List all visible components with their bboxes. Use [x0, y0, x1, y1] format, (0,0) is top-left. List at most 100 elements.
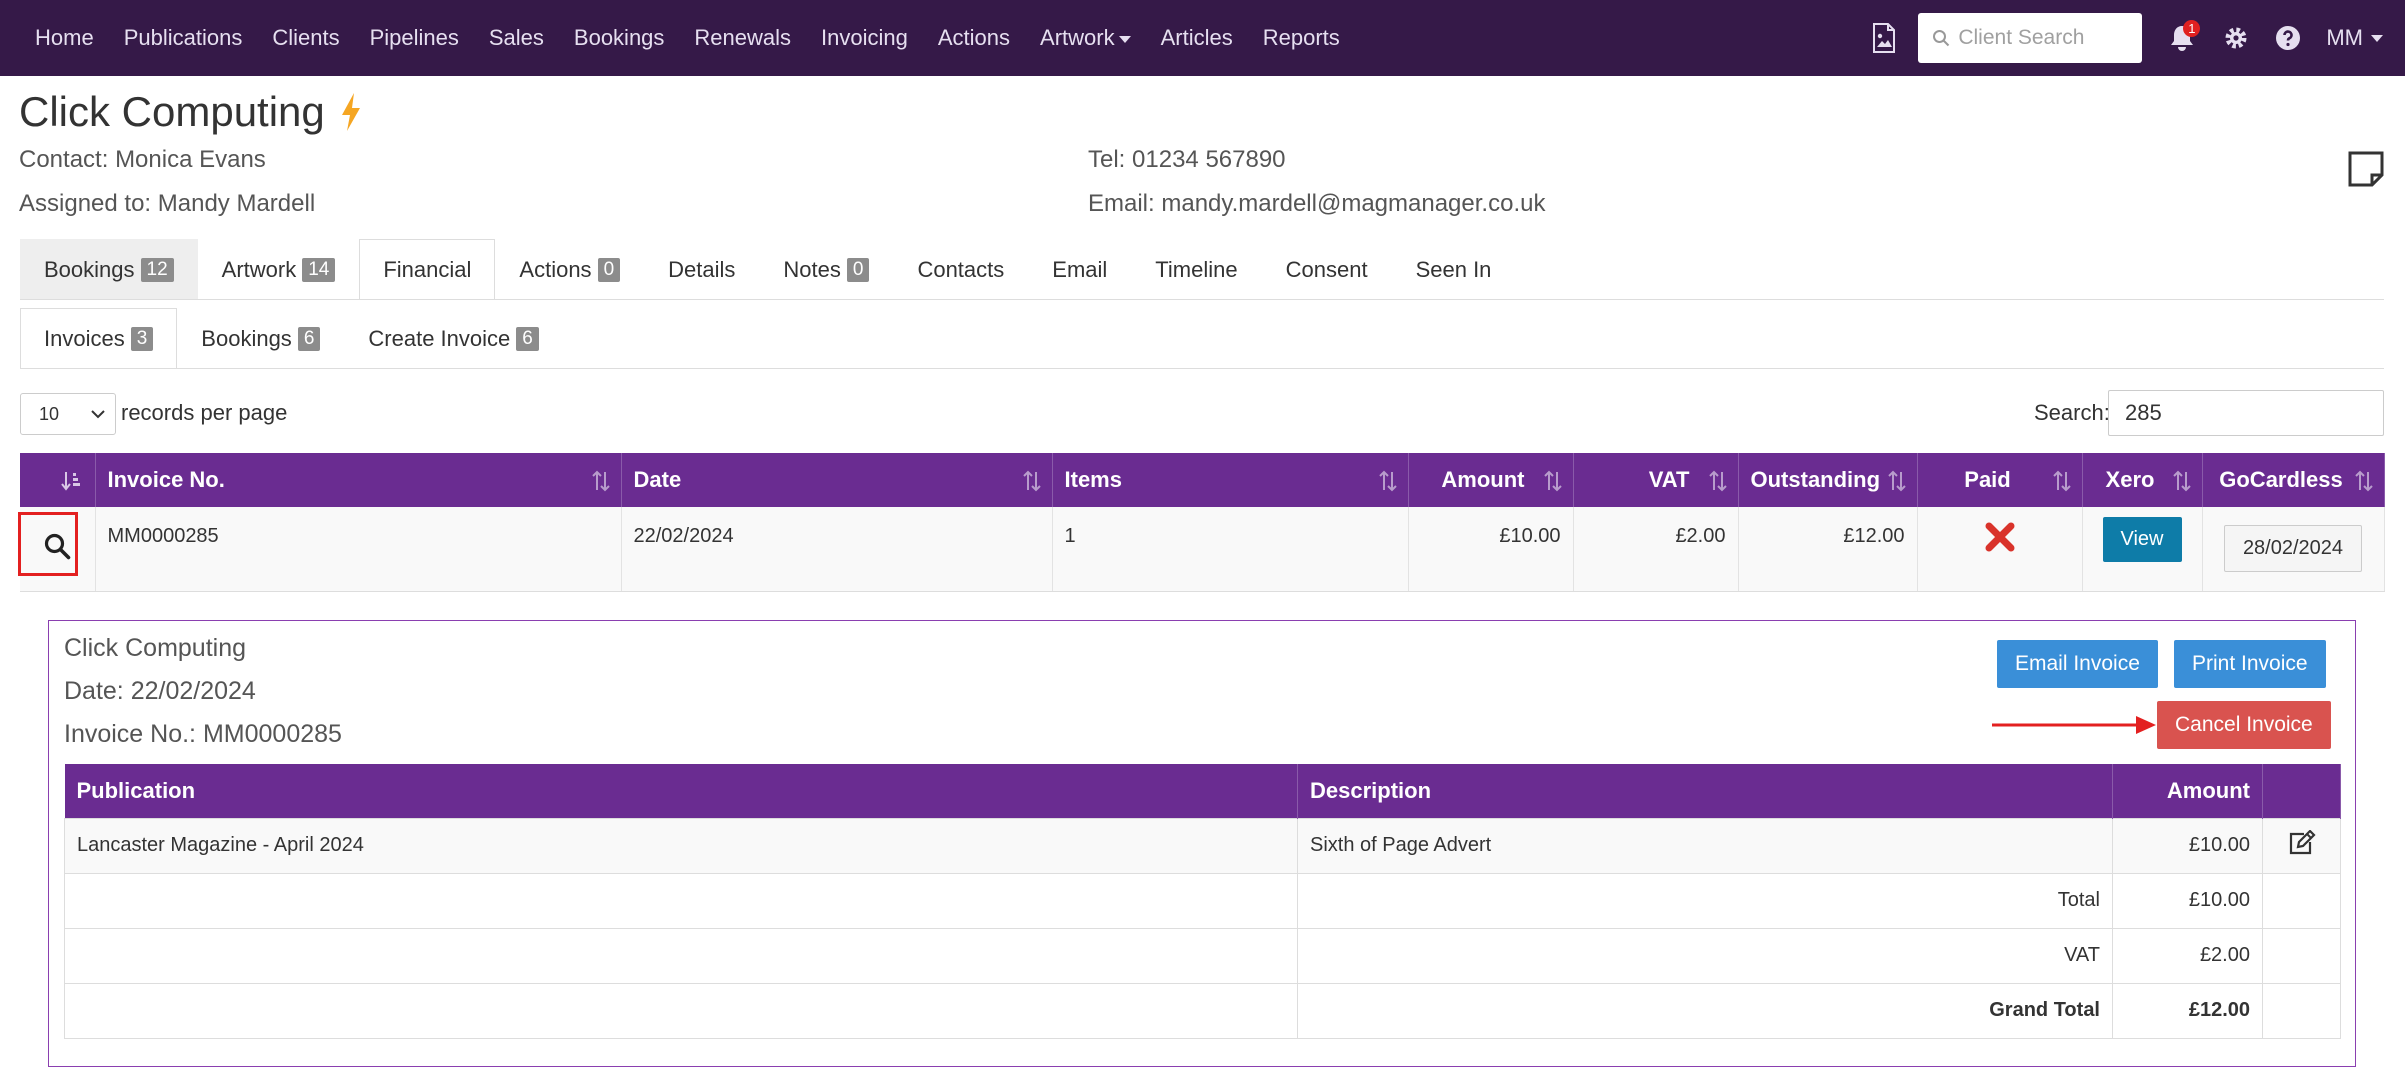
tab-label: Bookings	[44, 256, 135, 282]
help-icon[interactable]	[2268, 18, 2308, 58]
empty-cell	[2262, 982, 2341, 1039]
nav-articles[interactable]: Articles	[1146, 25, 1248, 51]
tab-actions[interactable]: Actions 0	[495, 239, 644, 299]
tab-label: Timeline	[1155, 256, 1238, 282]
tab-label: Contacts	[917, 256, 1005, 282]
top-navbar: Home Publications Clients Pipelines Sale…	[0, 0, 2405, 76]
sort-desc-icon	[60, 472, 80, 491]
client-search-box[interactable]	[1918, 13, 2143, 63]
header-actions	[2262, 764, 2341, 818]
empty-cell	[64, 982, 1298, 1039]
cell-invoice-no: MM0000285	[95, 507, 622, 592]
tab-bookings[interactable]: Bookings 12	[20, 239, 198, 299]
grand-total-value: £12.00	[2112, 982, 2263, 1039]
vat-row: VAT £2.00	[64, 927, 2341, 984]
header-outstanding[interactable]: Outstanding	[1738, 453, 1918, 507]
empty-cell	[2262, 872, 2341, 929]
print-invoice-button[interactable]: Print Invoice	[2174, 640, 2326, 688]
sort-column-header[interactable]	[20, 453, 96, 507]
tab-artwork[interactable]: Artwork 14	[198, 239, 360, 299]
notifications-bell-icon[interactable]: 1	[2162, 18, 2202, 58]
chevron-down-icon	[91, 410, 105, 419]
tab-consent[interactable]: Consent	[1262, 239, 1392, 299]
edit-line-cell	[2262, 817, 2341, 874]
subtab-invoices[interactable]: Invoices 3	[20, 308, 178, 368]
table-search-input[interactable]	[2108, 390, 2384, 436]
client-name: Click Computing	[19, 88, 325, 135]
nav-publications[interactable]: Publications	[109, 25, 258, 51]
sort-icon	[2354, 470, 2373, 492]
nav-reports[interactable]: Reports	[1248, 25, 1355, 51]
nav-sales[interactable]: Sales	[474, 25, 559, 51]
sort-icon	[1887, 470, 1906, 492]
nav-clients[interactable]: Clients	[257, 25, 354, 51]
sort-icon	[1022, 470, 1041, 492]
tab-badge: 0	[597, 257, 621, 282]
header-invoice-no[interactable]: Invoice No.	[95, 453, 622, 507]
tab-timeline[interactable]: Timeline	[1131, 239, 1261, 299]
caret-down-icon	[1118, 35, 1131, 43]
header-gocardless[interactable]: GoCardless	[2202, 453, 2385, 507]
subtab-badge: 6	[516, 326, 539, 351]
sticky-note-icon[interactable]	[2347, 150, 2385, 193]
cell-paid	[1917, 507, 2083, 592]
header-paid[interactable]: Paid	[1917, 453, 2083, 507]
user-menu[interactable]: MM	[2326, 25, 2383, 51]
client-search-input[interactable]	[1958, 26, 2129, 50]
nav-bookings[interactable]: Bookings	[559, 25, 680, 51]
header-vat[interactable]: VAT	[1573, 453, 1739, 507]
nav-actions[interactable]: Actions	[923, 25, 1025, 51]
detail-invoice-no: Invoice No.: MM0000285	[64, 720, 342, 748]
sort-icon	[2172, 470, 2191, 492]
subtab-create-invoice[interactable]: Create Invoice 6	[344, 308, 562, 368]
nav-artwork-dropdown[interactable]: Artwork	[1025, 25, 1146, 51]
tab-details[interactable]: Details	[644, 239, 759, 299]
contact-line: Contact: Monica Evans	[19, 146, 266, 174]
subtab-label: Invoices	[44, 325, 125, 351]
email-link[interactable]: mandy.mardell@magmanager.co.uk	[1161, 190, 1545, 217]
assigned-label: Assigned to:	[19, 190, 152, 217]
email-invoice-button[interactable]: Email Invoice	[1997, 640, 2158, 688]
assigned-line: Assigned to: Mandy Mardell	[19, 190, 315, 218]
sort-icon	[591, 470, 610, 492]
tab-label: Notes	[783, 256, 841, 282]
header-description: Description	[1297, 764, 2113, 818]
tab-financial[interactable]: Financial	[359, 239, 496, 299]
tab-contacts[interactable]: Contacts	[893, 239, 1028, 299]
gear-icon[interactable]	[2216, 18, 2256, 58]
xero-view-button[interactable]: View	[2102, 517, 2182, 562]
records-per-page-label: records per page	[121, 400, 288, 425]
sort-icon	[2052, 470, 2071, 492]
header-items[interactable]: Items	[1052, 453, 1409, 507]
records-per-page-select[interactable]: 10	[20, 393, 116, 435]
main-nav: Home Publications Clients Pipelines Sale…	[20, 25, 1355, 51]
contact-name: Monica Evans	[115, 146, 266, 173]
empty-cell	[64, 927, 1298, 984]
nav-home[interactable]: Home	[20, 25, 109, 51]
detail-date: Date: 22/02/2024	[64, 677, 256, 705]
image-file-icon[interactable]	[1864, 18, 1904, 58]
gocardless-date-button[interactable]: 28/02/2024	[2223, 525, 2363, 573]
header-amount[interactable]: Amount	[1408, 453, 1574, 507]
contact-label: Contact:	[19, 146, 109, 173]
edit-icon[interactable]	[2288, 828, 2316, 856]
nav-renewals[interactable]: Renewals	[679, 25, 806, 51]
nav-pipelines[interactable]: Pipelines	[355, 25, 474, 51]
total-row: Total £10.00	[64, 872, 2341, 929]
subtab-bookings[interactable]: Bookings 6	[177, 308, 344, 368]
cancel-invoice-button[interactable]: Cancel Invoice	[2157, 701, 2331, 749]
invoice-header-row: Publication Description Amount	[64, 764, 2341, 818]
subtab-label: Bookings	[201, 325, 292, 351]
line-publication: Lancaster Magazine - April 2024	[64, 817, 1298, 874]
detail-client-name: Click Computing	[64, 634, 247, 662]
tab-seen-in[interactable]: Seen In	[1392, 239, 1516, 299]
notification-badge: 1	[2183, 20, 2201, 37]
header-xero[interactable]: Xero	[2082, 453, 2203, 507]
header-date[interactable]: Date	[621, 453, 1053, 507]
nav-invoicing[interactable]: Invoicing	[806, 25, 923, 51]
tab-email[interactable]: Email	[1028, 239, 1131, 299]
tab-notes[interactable]: Notes 0	[759, 239, 893, 299]
tel-value[interactable]: 01234 567890	[1132, 146, 1286, 173]
tel-label: Tel:	[1088, 146, 1126, 173]
cell-outstanding: £12.00	[1738, 507, 1918, 592]
